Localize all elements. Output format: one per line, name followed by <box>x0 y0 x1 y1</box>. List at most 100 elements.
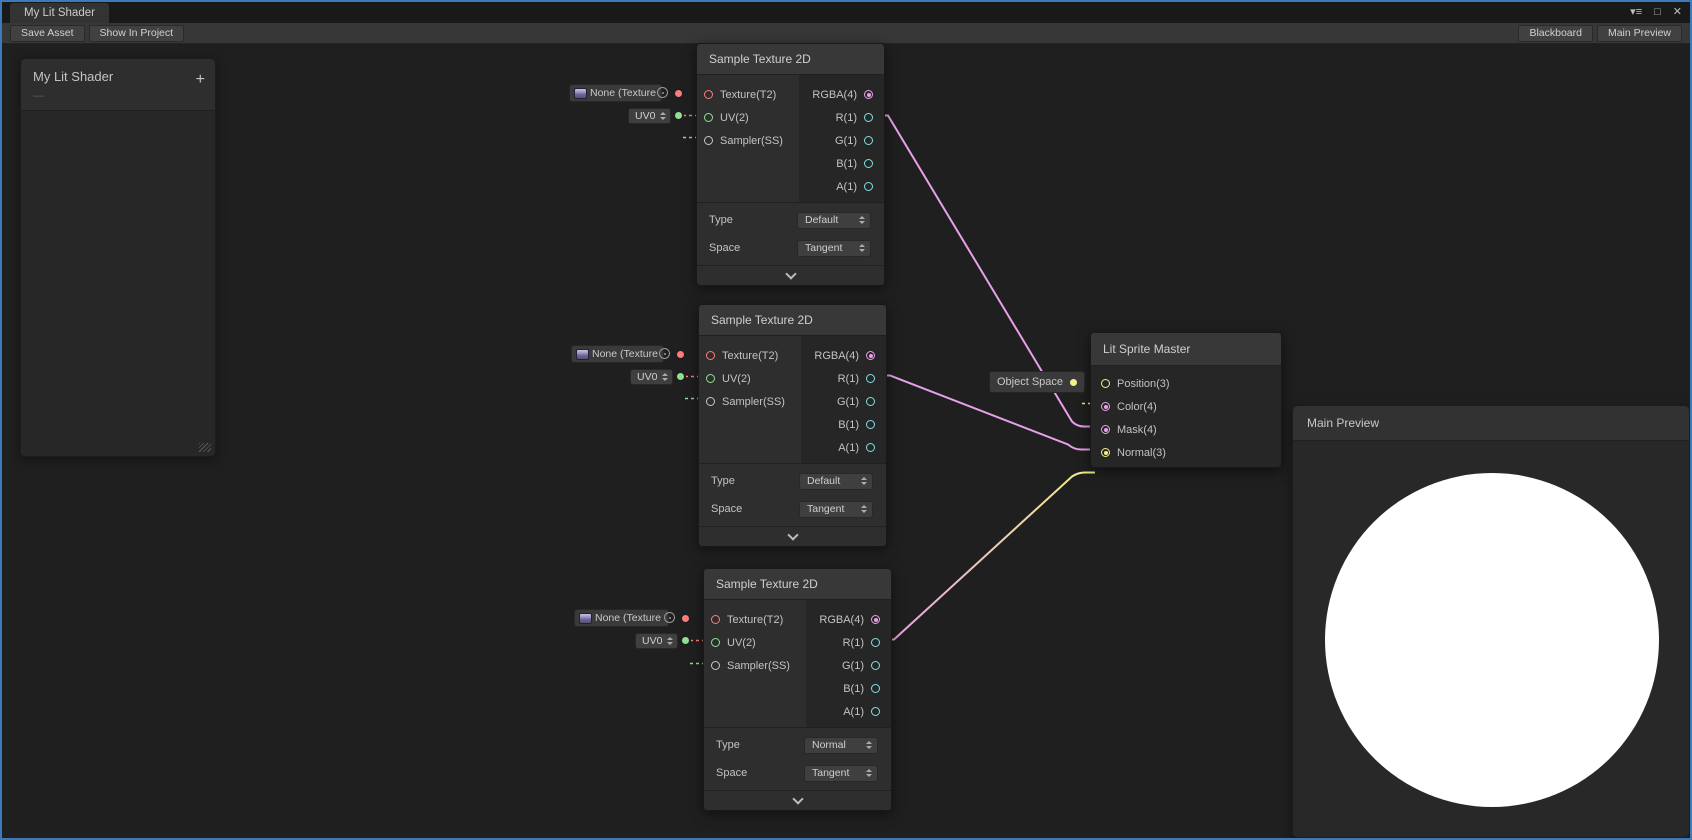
port-b-out: B(1) <box>806 677 891 700</box>
port-b-icon[interactable] <box>871 684 880 693</box>
port-r-icon[interactable] <box>864 113 873 122</box>
space-dropdown[interactable]: Tangent <box>797 240 871 257</box>
graph-canvas[interactable]: My Lit Shader — + Sample Texture 2D Text… <box>2 45 1690 838</box>
blackboard-panel[interactable]: My Lit Shader — + <box>20 58 216 457</box>
texture-object-field-1[interactable]: None (Texture <box>569 84 662 102</box>
port-a-icon[interactable] <box>871 707 880 716</box>
position-connector-dot[interactable] <box>1070 379 1077 386</box>
object-picker-icon[interactable] <box>657 87 668 98</box>
uv-connector-dot[interactable] <box>675 112 682 119</box>
port-a-out: A(1) <box>806 700 891 723</box>
dropdown-arrows-icon <box>866 741 872 749</box>
uv-channel-dropdown-3[interactable]: UV0 <box>635 633 678 649</box>
add-property-button[interactable]: + <box>196 73 205 87</box>
node-body: Texture(T2) UV(2) Sampler(SS) RGBA(4) R(… <box>697 75 884 202</box>
main-preview-header[interactable]: Main Preview <box>1293 406 1689 441</box>
port-uv-icon[interactable] <box>704 113 713 122</box>
port-label: UV(2) <box>727 637 756 649</box>
port-sampler-icon[interactable] <box>711 661 720 670</box>
input-ports: Texture(T2) UV(2) Sampler(SS) <box>697 75 799 202</box>
node-lit-sprite-master[interactable]: Lit Sprite Master Position(3) Color(4) M… <box>1090 332 1282 468</box>
port-sampler-icon[interactable] <box>704 136 713 145</box>
port-a-icon[interactable] <box>864 182 873 191</box>
space-dropdown[interactable]: Tangent <box>804 765 878 782</box>
port-rgba-icon[interactable] <box>864 90 873 99</box>
uv-connector-dot[interactable] <box>682 637 689 644</box>
port-g-icon[interactable] <box>871 661 880 670</box>
tab-bar: My Lit Shader ▾≡ □ ✕ <box>2 2 1690 23</box>
show-in-project-button[interactable]: Show In Project <box>89 25 185 42</box>
uv-channel-dropdown-2[interactable]: UV0 <box>630 369 673 385</box>
blackboard-toggle-button[interactable]: Blackboard <box>1518 25 1593 42</box>
dropdown-arrows-icon <box>861 505 867 513</box>
texture-connector-dot[interactable] <box>682 615 689 622</box>
port-r-icon[interactable] <box>871 638 880 647</box>
port-uv-icon[interactable] <box>711 638 720 647</box>
window-menu-icon[interactable]: ▾≡ <box>1630 4 1642 20</box>
main-preview-title: Main Preview <box>1307 416 1379 430</box>
port-sampler-icon[interactable] <box>706 397 715 406</box>
node-title: Lit Sprite Master <box>1103 342 1190 356</box>
texture-thumbnail-icon <box>576 349 589 360</box>
object-picker-icon[interactable] <box>659 348 670 359</box>
port-texture-in: Texture(T2) <box>704 608 806 631</box>
port-b-icon[interactable] <box>866 420 875 429</box>
port-normal-icon[interactable] <box>1101 448 1110 457</box>
collapse-preview-button[interactable] <box>697 265 884 285</box>
maximize-icon[interactable]: □ <box>1654 4 1661 20</box>
port-label: G(1) <box>835 135 857 147</box>
close-icon[interactable]: ✕ <box>1673 4 1682 20</box>
main-preview-toggle-button[interactable]: Main Preview <box>1597 25 1682 42</box>
node-sample-texture-1[interactable]: Sample Texture 2D Texture(T2) UV(2) Samp… <box>696 43 885 286</box>
texture-connector-dot[interactable] <box>677 351 684 358</box>
port-r-out: R(1) <box>801 367 886 390</box>
port-texture-icon[interactable] <box>706 351 715 360</box>
node-controls: Type Normal Space Tangent <box>704 727 891 790</box>
output-ports: RGBA(4) R(1) G(1) B(1) A(1) <box>799 75 884 202</box>
port-texture-icon[interactable] <box>711 615 720 624</box>
port-g-icon[interactable] <box>866 397 875 406</box>
space-dropdown[interactable]: Tangent <box>799 501 873 518</box>
node-sample-texture-2[interactable]: Sample Texture 2D Texture(T2) UV(2) Samp… <box>698 304 887 547</box>
blackboard-resize-grip[interactable] <box>199 443 211 452</box>
port-color-icon[interactable] <box>1101 402 1110 411</box>
object-picker-icon[interactable] <box>664 612 675 623</box>
tab-my-lit-shader[interactable]: My Lit Shader <box>10 3 109 23</box>
collapse-preview-button[interactable] <box>704 790 891 810</box>
type-dropdown[interactable]: Default <box>799 473 873 490</box>
collapse-preview-button[interactable] <box>699 526 886 546</box>
port-color-in: Color(4) <box>1096 395 1281 418</box>
port-texture-icon[interactable] <box>704 90 713 99</box>
port-label: Texture(T2) <box>722 350 778 362</box>
save-asset-button[interactable]: Save Asset <box>10 25 85 42</box>
position-space-dropdown[interactable]: Object Space <box>989 371 1085 393</box>
port-uv-icon[interactable] <box>706 374 715 383</box>
port-mask-icon[interactable] <box>1101 425 1110 434</box>
port-sampler-in: Sampler(SS) <box>699 390 801 413</box>
type-dropdown[interactable]: Default <box>797 212 871 229</box>
edge-rgba3-to-normal[interactable] <box>881 473 1095 640</box>
type-dropdown[interactable]: Normal <box>804 737 878 754</box>
space-label: Space <box>711 503 742 515</box>
port-b-out: B(1) <box>801 413 886 436</box>
blackboard-header: My Lit Shader — + <box>21 59 215 111</box>
uv-connector-dot[interactable] <box>677 373 684 380</box>
uv-channel-dropdown-1[interactable]: UV0 <box>628 108 671 124</box>
port-label: Sampler(SS) <box>727 660 790 672</box>
port-rgba-icon[interactable] <box>866 351 875 360</box>
port-a-icon[interactable] <box>866 443 875 452</box>
texture-object-field-3[interactable]: None (Texture <box>574 609 669 627</box>
port-g-icon[interactable] <box>864 136 873 145</box>
port-r-icon[interactable] <box>866 374 875 383</box>
node-title: Sample Texture 2D <box>711 313 813 327</box>
node-sample-texture-3[interactable]: Sample Texture 2D Texture(T2) UV(2) Samp… <box>703 568 892 811</box>
port-rgba-icon[interactable] <box>871 615 880 624</box>
texture-object-field-2[interactable]: None (Texture <box>571 345 664 363</box>
preview-sphere <box>1325 473 1659 807</box>
texture-connector-dot[interactable] <box>675 90 682 97</box>
main-preview-panel[interactable]: Main Preview <box>1292 405 1690 838</box>
input-ports: Texture(T2) UV(2) Sampler(SS) <box>699 336 801 463</box>
port-position-icon[interactable] <box>1101 379 1110 388</box>
port-label: Color(4) <box>1117 401 1157 413</box>
port-b-icon[interactable] <box>864 159 873 168</box>
